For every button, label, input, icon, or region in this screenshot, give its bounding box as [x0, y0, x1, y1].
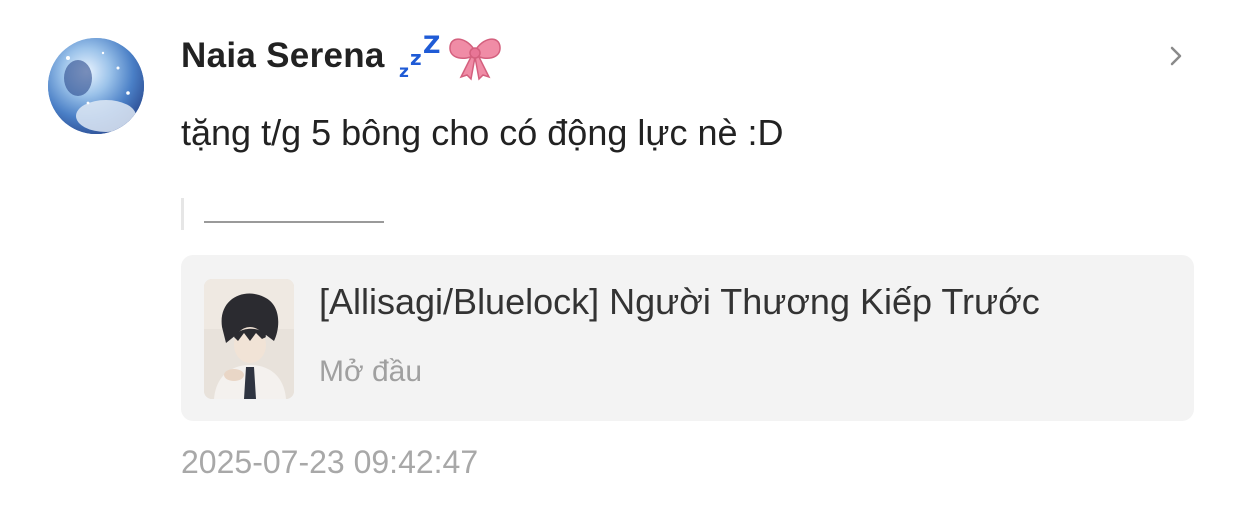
- svg-text:Z: Z: [423, 31, 440, 59]
- quote-divider: [204, 221, 384, 223]
- comment-item: Naia Serena z z Z tặng t/g 5 bông cho có…: [0, 0, 1242, 515]
- username[interactable]: Naia Serena: [181, 36, 385, 76]
- zzz-icon: z z Z: [399, 31, 440, 81]
- avatar-image: [48, 38, 144, 134]
- timestamp: 2025-07-23 09:42:47: [181, 444, 479, 480]
- story-card[interactable]: [Allisagi/Bluelock] Người Thương Kiếp Tr…: [181, 255, 1194, 421]
- svg-text:z: z: [410, 46, 422, 70]
- story-cover-image: [204, 279, 294, 399]
- username-row: Naia Serena z z Z: [181, 28, 503, 84]
- avatar[interactable]: [48, 38, 144, 134]
- story-cover: [204, 279, 294, 399]
- story-chapter: Mở đầu: [319, 355, 423, 388]
- quote-bar: [181, 198, 184, 230]
- ribbon-bow-icon: [448, 38, 501, 81]
- comment-text: tặng t/g 5 bông cho có động lực nè :D: [181, 112, 784, 153]
- svg-text:z: z: [399, 62, 409, 81]
- story-title: [Allisagi/Bluelock] Người Thương Kiếp Tr…: [319, 281, 1040, 322]
- chevron-right-icon[interactable]: [1166, 42, 1186, 70]
